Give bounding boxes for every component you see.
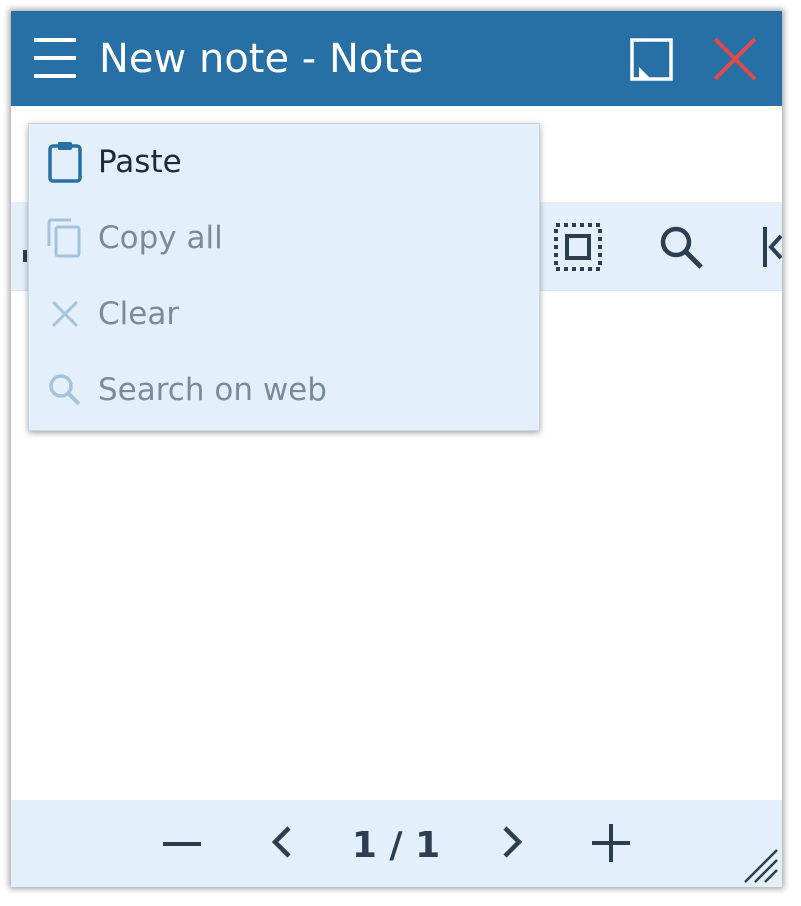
maximize-icon xyxy=(630,38,673,81)
menu-item-search-on-web[interactable]: Search on web xyxy=(29,352,539,428)
search-icon xyxy=(660,226,703,269)
menu-item-copy-all[interactable]: Copy all xyxy=(29,200,539,276)
resize-handle[interactable] xyxy=(743,848,779,884)
copy-icon xyxy=(47,218,81,258)
menu-item-paste[interactable]: Paste xyxy=(29,124,539,200)
chevron-left-icon xyxy=(271,826,291,858)
context-menu: Paste Copy all Clear Search on web xyxy=(28,123,540,431)
menu-button[interactable] xyxy=(31,33,81,83)
menu-item-label: Clear xyxy=(98,296,180,332)
next-page-button[interactable] xyxy=(488,820,534,866)
select-all-icon xyxy=(554,223,602,271)
footer-bar: 1 / 1 xyxy=(11,800,782,887)
menu-item-label: Paste xyxy=(98,144,182,180)
window-title: New note - Note xyxy=(99,36,424,82)
zoom-in-button[interactable] xyxy=(588,820,634,866)
close-button[interactable] xyxy=(709,33,761,85)
close-icon xyxy=(713,37,757,81)
jump-to-start-button[interactable] xyxy=(759,222,782,272)
chevron-right-icon xyxy=(503,826,523,858)
jump-to-start-icon xyxy=(763,227,782,267)
menu-item-clear[interactable]: Clear xyxy=(29,276,539,352)
maximize-button[interactable] xyxy=(629,37,675,83)
title-bar: New note - Note xyxy=(11,11,782,106)
previous-page-button[interactable] xyxy=(261,820,307,866)
menu-item-label: Search on web xyxy=(98,372,327,408)
plus-icon xyxy=(592,824,630,862)
find-button[interactable] xyxy=(656,222,706,272)
clear-icon xyxy=(51,300,79,328)
hamburger-icon xyxy=(34,38,76,78)
zoom-out-button[interactable] xyxy=(159,820,205,866)
note-window: New note - Note Paste Copy all Clear Sea… xyxy=(11,11,782,887)
select-all-button[interactable] xyxy=(553,222,603,272)
clipboard-icon xyxy=(48,142,82,183)
page-indicator: 1 / 1 xyxy=(351,825,441,866)
search-icon xyxy=(49,374,81,406)
resize-grip-icon xyxy=(744,849,778,883)
minus-icon xyxy=(163,842,201,846)
menu-item-label: Copy all xyxy=(98,220,223,256)
